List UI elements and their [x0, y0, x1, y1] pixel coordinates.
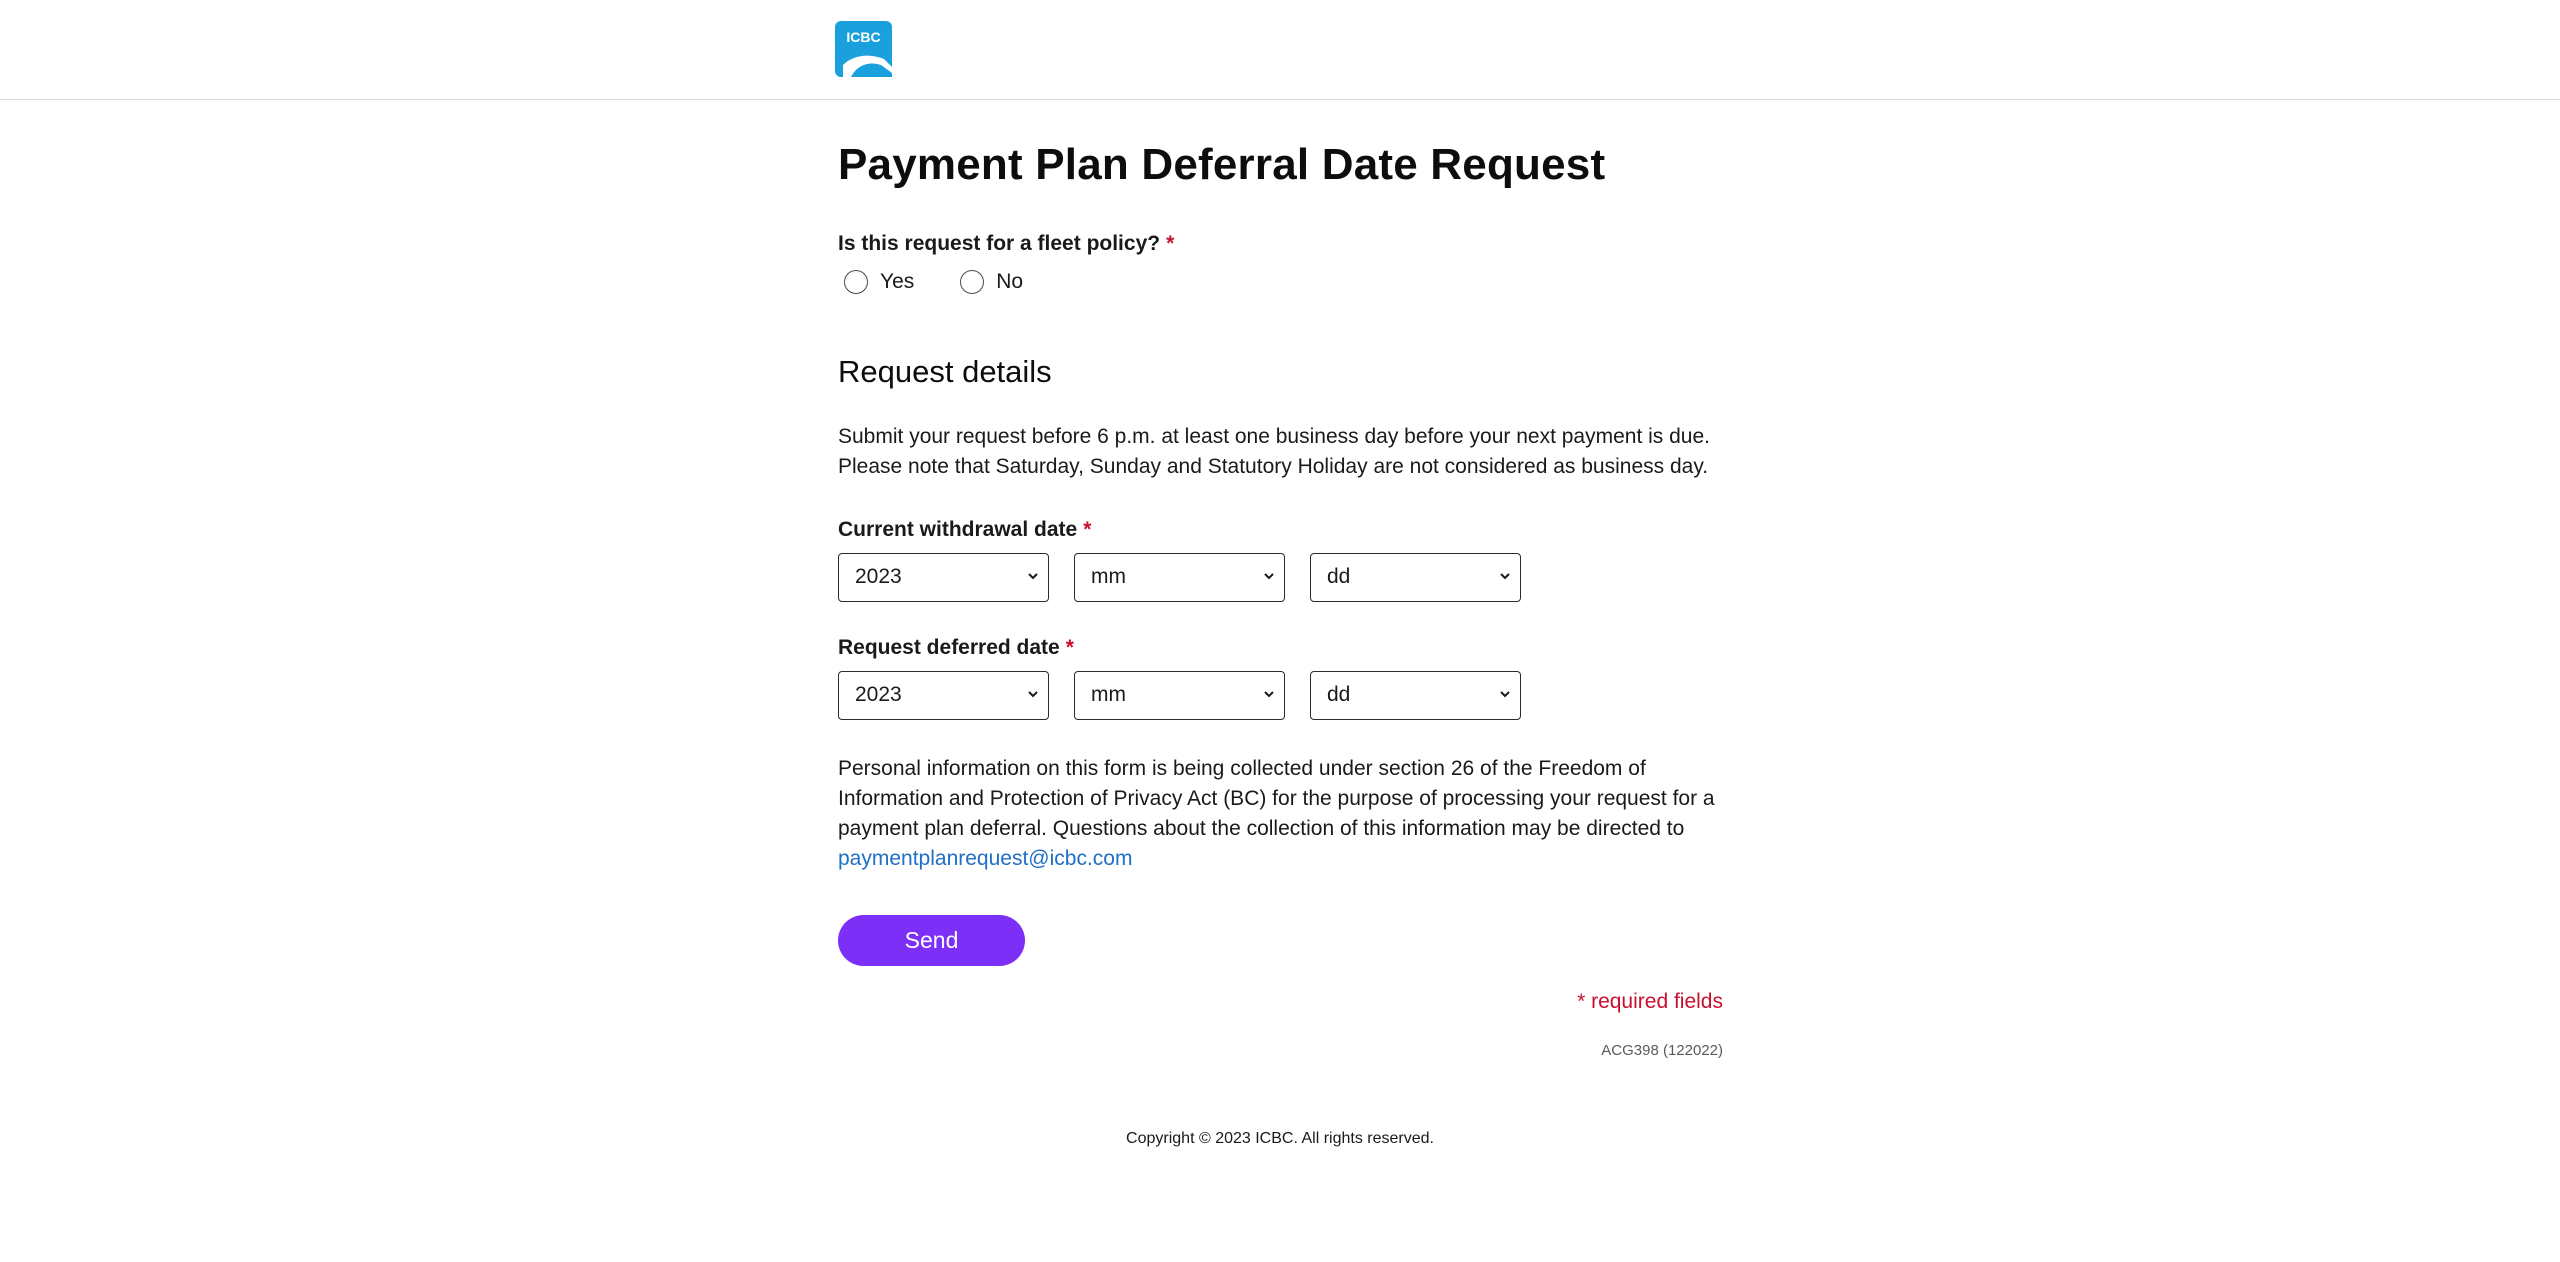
deferred-date-label: Request deferred date *	[838, 636, 1074, 660]
intro-text: Submit your request before 6 p.m. at lea…	[838, 422, 1723, 482]
chevron-down-icon	[1264, 691, 1274, 698]
fleet-question-text: Is this request for a fleet policy?	[838, 232, 1161, 255]
privacy-email-link[interactable]: paymentplanrequest@icbc.com	[838, 847, 1132, 870]
radio-no-label: No	[996, 270, 1024, 293]
withdrawal-day-value: dd	[1327, 565, 1351, 588]
chevron-down-icon	[1500, 691, 1510, 698]
withdrawal-date-selects: 2023 mm dd	[838, 553, 1546, 602]
chevron-down-icon	[1264, 573, 1274, 580]
fleet-radio-group: Yes No	[844, 270, 1069, 294]
deferred-month-value: mm	[1091, 683, 1126, 706]
fleet-question-label: Is this request for a fleet policy? *	[838, 232, 1174, 256]
fleet-option-no[interactable]: No	[960, 270, 1023, 294]
chevron-down-icon	[1500, 573, 1510, 580]
fleet-option-yes[interactable]: Yes	[844, 270, 914, 294]
chevron-down-icon	[1028, 691, 1038, 698]
form-code: ACG398 (122022)	[1601, 1042, 1723, 1059]
deferred-month-select[interactable]: mm	[1074, 671, 1285, 720]
deferred-year-select[interactable]: 2023	[838, 671, 1049, 720]
required-asterisk: *	[1065, 636, 1074, 659]
radio-yes[interactable]	[844, 270, 868, 294]
section-title: Request details	[838, 354, 1052, 389]
radio-no[interactable]	[960, 270, 985, 294]
deferred-day-value: dd	[1327, 683, 1351, 706]
radio-yes-label: Yes	[880, 270, 915, 293]
withdrawal-date-text: Current withdrawal date	[838, 518, 1078, 541]
withdrawal-year-value: 2023	[855, 565, 902, 588]
privacy-text: Personal information on this form is bei…	[838, 757, 1715, 840]
withdrawal-month-value: mm	[1091, 565, 1126, 588]
site-header: ICBC	[0, 0, 2560, 100]
required-fields-note: * required fields	[1577, 990, 1723, 1013]
intro-line-2: Please note that Saturday, Sunday and St…	[838, 455, 1709, 478]
deferred-day-select[interactable]: dd	[1310, 671, 1521, 720]
send-button[interactable]: Send	[838, 915, 1025, 966]
icbc-logo[interactable]: ICBC	[835, 21, 892, 77]
required-asterisk: *	[1166, 232, 1175, 255]
withdrawal-month-select[interactable]: mm	[1074, 553, 1285, 602]
withdrawal-year-select[interactable]: 2023	[838, 553, 1049, 602]
privacy-notice: Personal information on this form is bei…	[838, 754, 1723, 874]
intro-line-1: Submit your request before 6 p.m. at lea…	[838, 425, 1710, 448]
withdrawal-date-label: Current withdrawal date *	[838, 518, 1091, 542]
required-asterisk: *	[1083, 518, 1092, 541]
deferred-date-selects: 2023 mm dd	[838, 671, 1546, 720]
footer-copyright: Copyright © 2023 ICBC. All rights reserv…	[1126, 1130, 1434, 1147]
deferred-year-value: 2023	[855, 683, 902, 706]
chevron-down-icon	[1028, 573, 1038, 580]
svg-text:ICBC: ICBC	[846, 29, 880, 45]
deferred-date-text: Request deferred date	[838, 636, 1060, 659]
withdrawal-day-select[interactable]: dd	[1310, 553, 1521, 602]
page-title: Payment Plan Deferral Date Request	[838, 140, 1606, 189]
